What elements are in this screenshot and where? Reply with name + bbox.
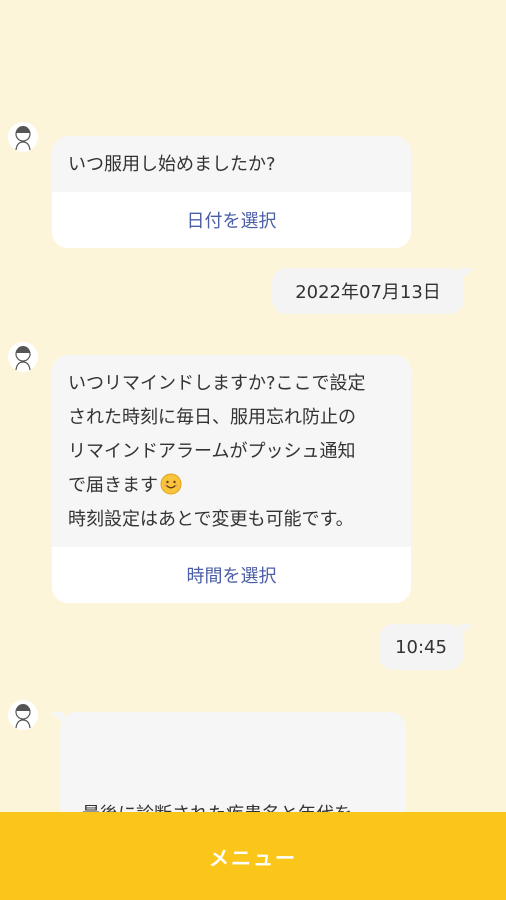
- assistant-avatar-icon: [8, 122, 38, 152]
- reminder-note-text: 時刻設定はあとで変更も可能です。: [68, 509, 354, 530]
- menu-button[interactable]: メニュー: [0, 812, 506, 900]
- user-reply-text: 10:45: [395, 636, 447, 658]
- bot-message-diagnosis: 最後に診断された疾患名と年代を 教えてください。: [50, 712, 406, 812]
- select-time-button[interactable]: 時間を選択: [52, 547, 411, 603]
- user-reply-date: 2022年07月13日: [272, 268, 474, 314]
- reminder-text: いつリマインドしますか?ここで設定 された時刻に毎日、服用忘れ防止の リマインド…: [68, 373, 366, 496]
- bot-message-reminder: いつリマインドしますか?ここで設定 された時刻に毎日、服用忘れ防止の リマインド…: [52, 355, 411, 603]
- assistant-avatar-icon: [8, 700, 38, 730]
- user-reply-text: 2022年07月13日: [295, 282, 441, 303]
- bubble-tail: [50, 712, 64, 724]
- bubble-tail: [460, 268, 474, 280]
- bubble-tail: [459, 624, 473, 636]
- smiling-face-emoji-icon: [160, 473, 182, 495]
- bot-message-text: いつ服用し始めましたか?: [52, 136, 411, 192]
- bot-message-text: いつリマインドしますか?ここで設定 された時刻に毎日、服用忘れ防止の リマインド…: [52, 355, 411, 547]
- assistant-avatar-icon: [8, 342, 38, 372]
- bot-message-start-date: いつ服用し始めましたか? 日付を選択: [52, 136, 411, 248]
- bot-message-text: 最後に診断された疾患名と年代を 教えてください。: [82, 804, 352, 812]
- select-date-button[interactable]: 日付を選択: [52, 192, 411, 248]
- chat-thread: いつ服用し始めましたか? 日付を選択 2022年07月13日 いつリマインドしま…: [0, 0, 506, 812]
- user-reply-time: 10:45: [379, 624, 473, 670]
